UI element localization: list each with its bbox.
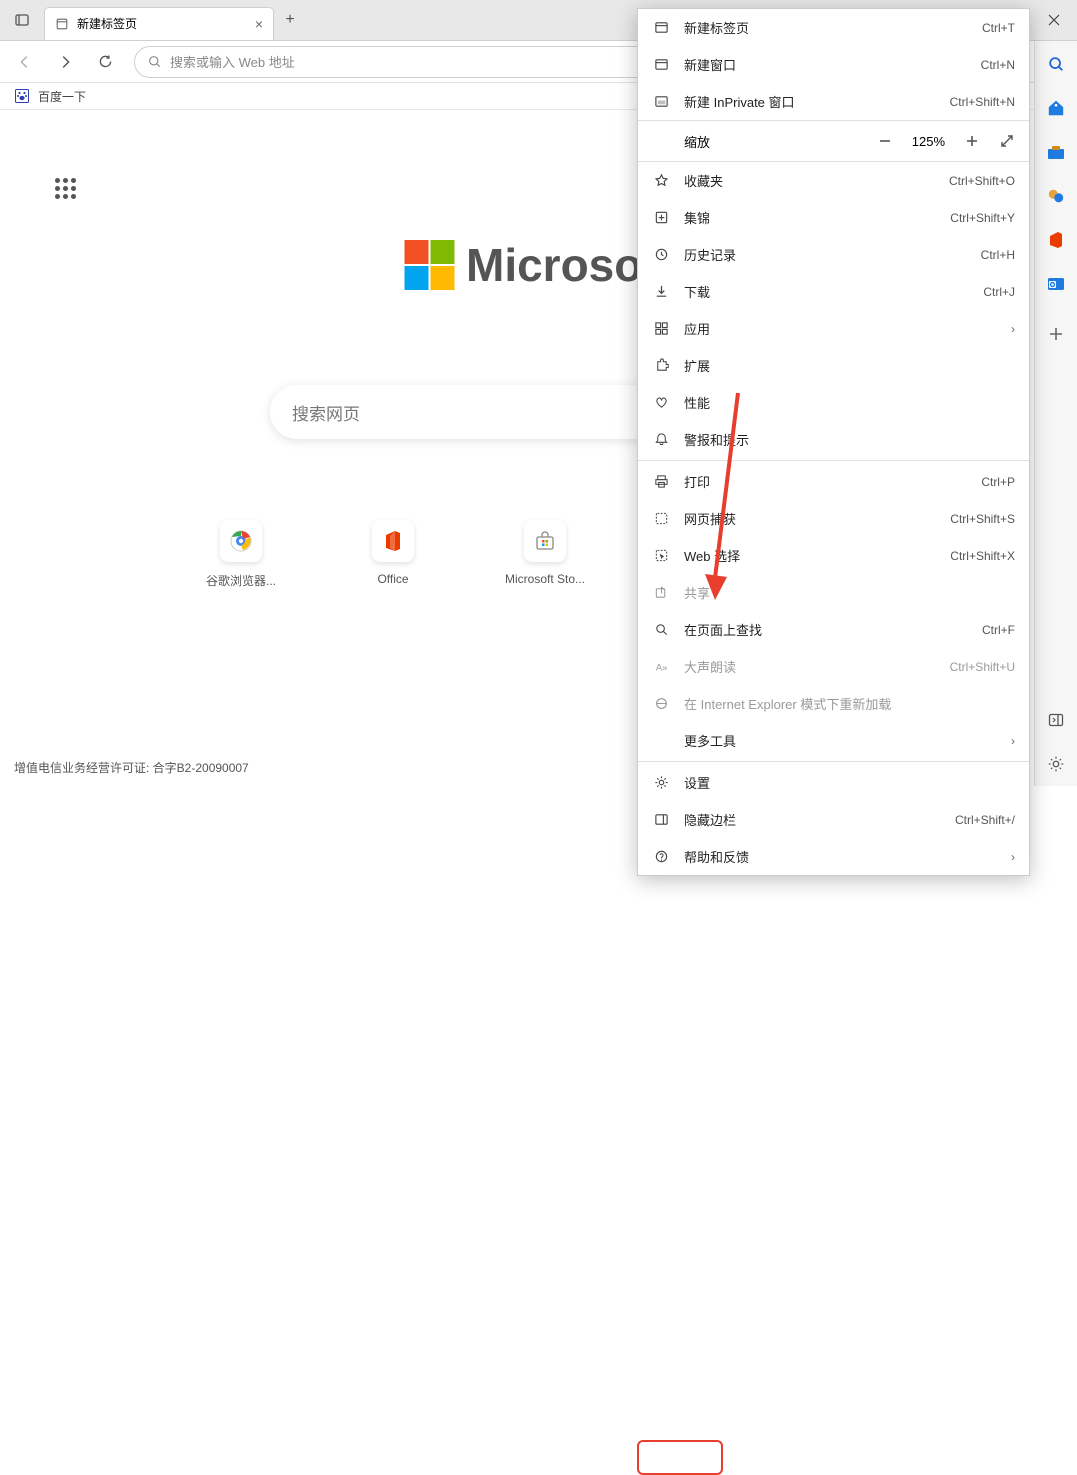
chevron-right-icon: › bbox=[1011, 322, 1015, 336]
menu-downloads[interactable]: 下载Ctrl+J bbox=[638, 273, 1029, 310]
side-add-icon[interactable] bbox=[1046, 324, 1066, 344]
help-icon bbox=[652, 849, 670, 864]
menu-share: 共享 bbox=[638, 574, 1029, 611]
site-item[interactable]: 谷歌浏览器... bbox=[198, 520, 284, 589]
menu-read-aloud: A»大声朗读Ctrl+Shift+U bbox=[638, 648, 1029, 685]
window-controls bbox=[1031, 0, 1077, 40]
puzzle-icon bbox=[652, 358, 670, 373]
inprivate-icon bbox=[652, 94, 670, 109]
search-icon bbox=[147, 54, 162, 69]
menu-settings[interactable]: 设置 bbox=[638, 764, 1029, 801]
site-label: Microsoft Sto... bbox=[505, 572, 585, 586]
menu-new-tab[interactable]: 新建标签页Ctrl+T bbox=[638, 9, 1029, 46]
zoom-in-button[interactable] bbox=[965, 134, 979, 148]
menu-extensions[interactable]: 扩展 bbox=[638, 347, 1029, 384]
collections-icon bbox=[652, 210, 670, 225]
close-tab-icon[interactable]: × bbox=[255, 16, 263, 32]
site-item[interactable]: Office bbox=[350, 520, 436, 589]
tab-actions-button[interactable] bbox=[0, 0, 44, 40]
bell-icon bbox=[652, 432, 670, 447]
menu-find[interactable]: 在页面上查找Ctrl+F bbox=[638, 611, 1029, 648]
chrome-icon bbox=[220, 520, 262, 562]
close-window-button[interactable] bbox=[1031, 0, 1077, 40]
menu-new-inprivate[interactable]: 新建 InPrivate 窗口Ctrl+Shift+N bbox=[638, 83, 1029, 120]
apps-icon bbox=[652, 321, 670, 336]
zoom-value: 125% bbox=[912, 134, 945, 149]
svg-text:A»: A» bbox=[655, 662, 666, 672]
menu-performance[interactable]: 性能 bbox=[638, 384, 1029, 421]
logo-area: Microsoft bbox=[404, 238, 673, 292]
download-icon bbox=[652, 284, 670, 299]
site-item[interactable]: Microsoft Sto... bbox=[502, 520, 588, 589]
history-icon bbox=[652, 247, 670, 262]
side-games-icon[interactable] bbox=[1046, 186, 1066, 206]
site-label: 谷歌浏览器... bbox=[206, 572, 276, 589]
side-panel bbox=[1034, 41, 1077, 786]
address-placeholder: 搜索或输入 Web 地址 bbox=[170, 52, 295, 71]
side-panel-toggle-icon[interactable] bbox=[1046, 710, 1066, 730]
menu-help[interactable]: 帮助和反馈› bbox=[638, 838, 1029, 875]
select-icon bbox=[652, 548, 670, 563]
menu-web-select[interactable]: Web 选择Ctrl+Shift+X bbox=[638, 537, 1029, 574]
store-icon bbox=[524, 520, 566, 562]
side-outlook-icon[interactable] bbox=[1046, 274, 1066, 294]
side-tools-icon[interactable] bbox=[1046, 142, 1066, 162]
print-icon bbox=[652, 474, 670, 489]
side-office-icon[interactable] bbox=[1046, 230, 1066, 250]
new-tab-button[interactable]: + bbox=[274, 11, 306, 29]
tab-icon bbox=[652, 20, 670, 35]
more-menu: 新建标签页Ctrl+T 新建窗口Ctrl+N 新建 InPrivate 窗口Ct… bbox=[637, 8, 1030, 876]
footer-text: 增值电信业务经营许可证: 合字B2-20090007 bbox=[14, 749, 249, 786]
paw-icon bbox=[14, 88, 30, 104]
menu-collections[interactable]: 集锦Ctrl+Shift+Y bbox=[638, 199, 1029, 236]
chevron-right-icon: › bbox=[1011, 734, 1015, 748]
chevron-right-icon: › bbox=[1011, 850, 1015, 864]
bookmark-item[interactable]: 百度一下 bbox=[38, 88, 86, 105]
search-placeholder: 搜索网页 bbox=[292, 400, 360, 425]
sidebar-hide-icon bbox=[652, 812, 670, 827]
menu-apps[interactable]: 应用› bbox=[638, 310, 1029, 347]
menu-history[interactable]: 历史记录Ctrl+H bbox=[638, 236, 1029, 273]
office-icon bbox=[372, 520, 414, 562]
annotation-highlight bbox=[637, 1440, 723, 1475]
menu-print[interactable]: 打印Ctrl+P bbox=[638, 463, 1029, 500]
browser-tab[interactable]: 新建标签页 × bbox=[44, 7, 274, 40]
side-search-icon[interactable] bbox=[1046, 54, 1066, 74]
window-icon bbox=[652, 57, 670, 72]
heart-pulse-icon bbox=[652, 395, 670, 410]
apps-grid-icon[interactable] bbox=[55, 178, 76, 199]
back-button[interactable] bbox=[6, 45, 44, 79]
menu-more-tools[interactable]: 更多工具› bbox=[638, 722, 1029, 759]
read-aloud-icon: A» bbox=[652, 659, 670, 674]
menu-alerts[interactable]: 警报和提示 bbox=[638, 421, 1029, 458]
star-icon bbox=[652, 173, 670, 188]
zoom-out-button[interactable] bbox=[878, 134, 892, 148]
site-label: Office bbox=[377, 572, 408, 586]
find-icon bbox=[652, 622, 670, 637]
forward-button[interactable] bbox=[46, 45, 84, 79]
page-icon bbox=[55, 17, 69, 31]
tab-title: 新建标签页 bbox=[77, 15, 137, 32]
side-settings-icon[interactable] bbox=[1046, 754, 1066, 774]
menu-hide-sidebar[interactable]: 隐藏边栏Ctrl+Shift+/ bbox=[638, 801, 1029, 838]
refresh-button[interactable] bbox=[86, 45, 124, 79]
menu-ie-mode: 在 Internet Explorer 模式下重新加载 bbox=[638, 685, 1029, 722]
gear-icon bbox=[652, 775, 670, 790]
capture-icon bbox=[652, 511, 670, 526]
side-shopping-icon[interactable] bbox=[1046, 98, 1066, 118]
ie-icon bbox=[652, 696, 670, 711]
microsoft-logo-icon bbox=[404, 240, 454, 290]
menu-new-window[interactable]: 新建窗口Ctrl+N bbox=[638, 46, 1029, 83]
menu-favorites[interactable]: 收藏夹Ctrl+Shift+O bbox=[638, 162, 1029, 199]
fullscreen-button[interactable] bbox=[999, 133, 1015, 149]
share-icon bbox=[652, 585, 670, 600]
menu-web-capture[interactable]: 网页捕获Ctrl+Shift+S bbox=[638, 500, 1029, 537]
menu-zoom: 缩放 125% bbox=[638, 120, 1029, 162]
